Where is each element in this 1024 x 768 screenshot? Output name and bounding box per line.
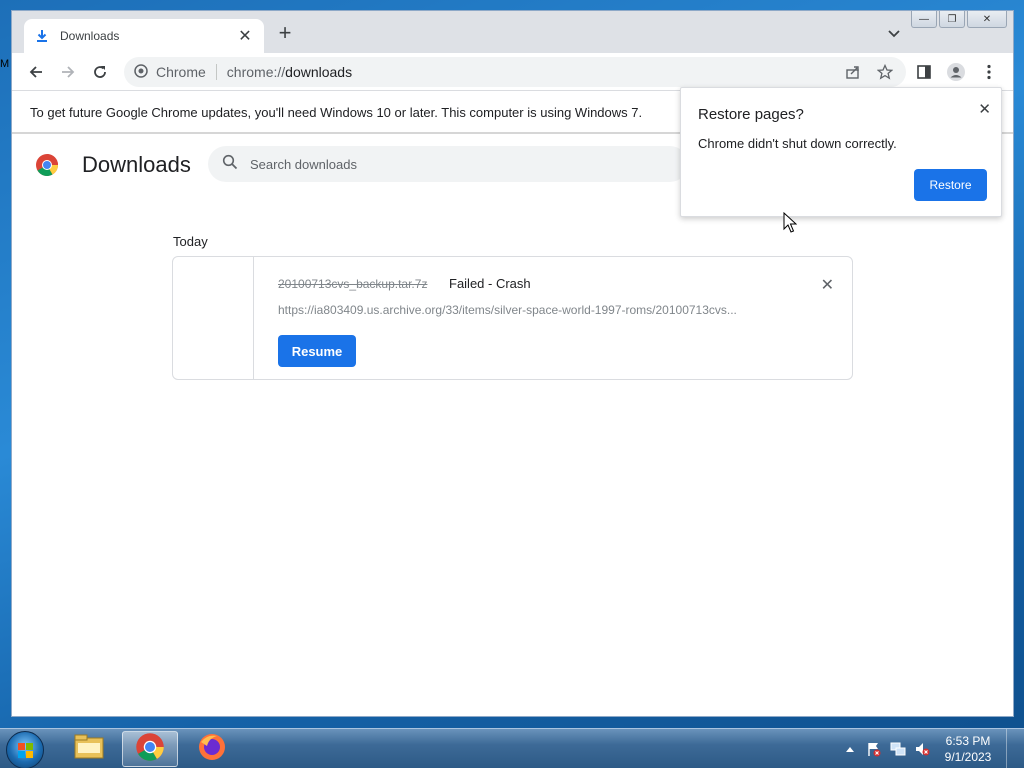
profile-avatar-icon[interactable] (947, 63, 965, 81)
resume-button[interactable]: Resume (278, 335, 356, 367)
reload-icon[interactable] (90, 62, 110, 82)
downloads-page: Downloads Today 20100713cvs_backup.tar.7… (12, 136, 1013, 716)
share-icon[interactable] (844, 63, 862, 81)
restore-popup-close-icon[interactable]: ✕ (978, 100, 991, 118)
side-panel-icon[interactable] (915, 63, 933, 81)
infobar-text: To get future Google Chrome updates, you… (30, 105, 643, 120)
chrome-logo-icon (35, 153, 59, 177)
restore-pages-popup: Restore pages? ✕ Chrome didn't shut down… (680, 87, 1002, 217)
site-chip-label: Chrome (156, 64, 206, 80)
start-button[interactable] (6, 731, 44, 768)
menu-kebab-icon[interactable] (980, 63, 998, 81)
search-icon (222, 154, 238, 175)
bookmark-star-icon[interactable] (876, 63, 894, 81)
firefox-icon (197, 732, 227, 767)
mouse-cursor-icon (783, 211, 798, 239)
download-status: Failed - Crash (449, 276, 531, 291)
restore-popup-title: Restore pages? (698, 106, 804, 123)
search-downloads-box (208, 146, 688, 182)
download-file-name[interactable]: 20100713cvs_backup.tar.7z (278, 277, 427, 291)
chrome-window: Downloads ✕ + — ❐ ✕ Chrome chrome://down… (11, 10, 1014, 717)
file-explorer-icon (74, 734, 104, 765)
tab-title: Downloads (60, 29, 120, 43)
clock-date: 9/1/2023 (944, 750, 992, 764)
restore-popup-message: Chrome didn't shut down correctly. (698, 136, 897, 151)
download-item: 20100713cvs_backup.tar.7z Failed - Crash… (172, 256, 853, 380)
search-downloads-input[interactable] (250, 156, 650, 172)
download-thumbnail (173, 257, 254, 379)
show-desktop-button[interactable] (1006, 729, 1020, 768)
network-icon[interactable] (890, 741, 906, 757)
url-text: chrome://downloads (226, 64, 353, 80)
forward-icon[interactable] (58, 62, 78, 82)
tab-close-icon[interactable]: ✕ (236, 26, 254, 46)
restore-button[interactable]: Restore (914, 169, 987, 201)
taskbar-clock[interactable]: 6:53 PM 9/1/2023 (938, 733, 998, 765)
toolbar: Chrome chrome://downloads (12, 53, 1013, 91)
clock-time: 6:53 PM (945, 734, 991, 748)
close-window-button[interactable]: ✕ (967, 11, 1007, 28)
back-icon[interactable] (26, 62, 46, 82)
page-title: Downloads (82, 152, 191, 177)
taskbar-firefox[interactable] (184, 731, 240, 767)
taskbar: 6:53 PM 9/1/2023 (0, 728, 1024, 768)
taskbar-file-explorer[interactable] (61, 731, 117, 767)
tab-strip: Downloads ✕ + — ❐ ✕ (12, 11, 1013, 53)
chrome-icon (135, 732, 165, 767)
tab-downloads[interactable]: Downloads ✕ (24, 19, 264, 53)
window-controls: — ❐ ✕ (911, 11, 1007, 28)
action-center-flag-icon[interactable] (866, 741, 882, 757)
site-chip[interactable]: Chrome (134, 63, 217, 81)
remove-download-icon[interactable]: ✕ (821, 275, 834, 295)
desktop-edge-text: M (0, 58, 10, 70)
system-tray: 6:53 PM 9/1/2023 (842, 729, 1020, 768)
tab-search-icon[interactable] (886, 25, 902, 41)
download-icon (34, 28, 50, 44)
address-bar[interactable]: Chrome chrome://downloads (124, 57, 906, 87)
show-hidden-icons-icon[interactable] (842, 741, 858, 757)
section-today-label: Today (173, 234, 208, 249)
maximize-button[interactable]: ❐ (939, 11, 965, 28)
download-source-url[interactable]: https://ia803409.us.archive.org/33/items… (278, 303, 778, 317)
chrome-icon (134, 63, 148, 81)
taskbar-chrome[interactable] (122, 731, 178, 767)
minimize-button[interactable]: — (911, 11, 937, 28)
volume-muted-icon[interactable] (914, 741, 930, 757)
new-tab-button[interactable]: + (274, 22, 296, 45)
